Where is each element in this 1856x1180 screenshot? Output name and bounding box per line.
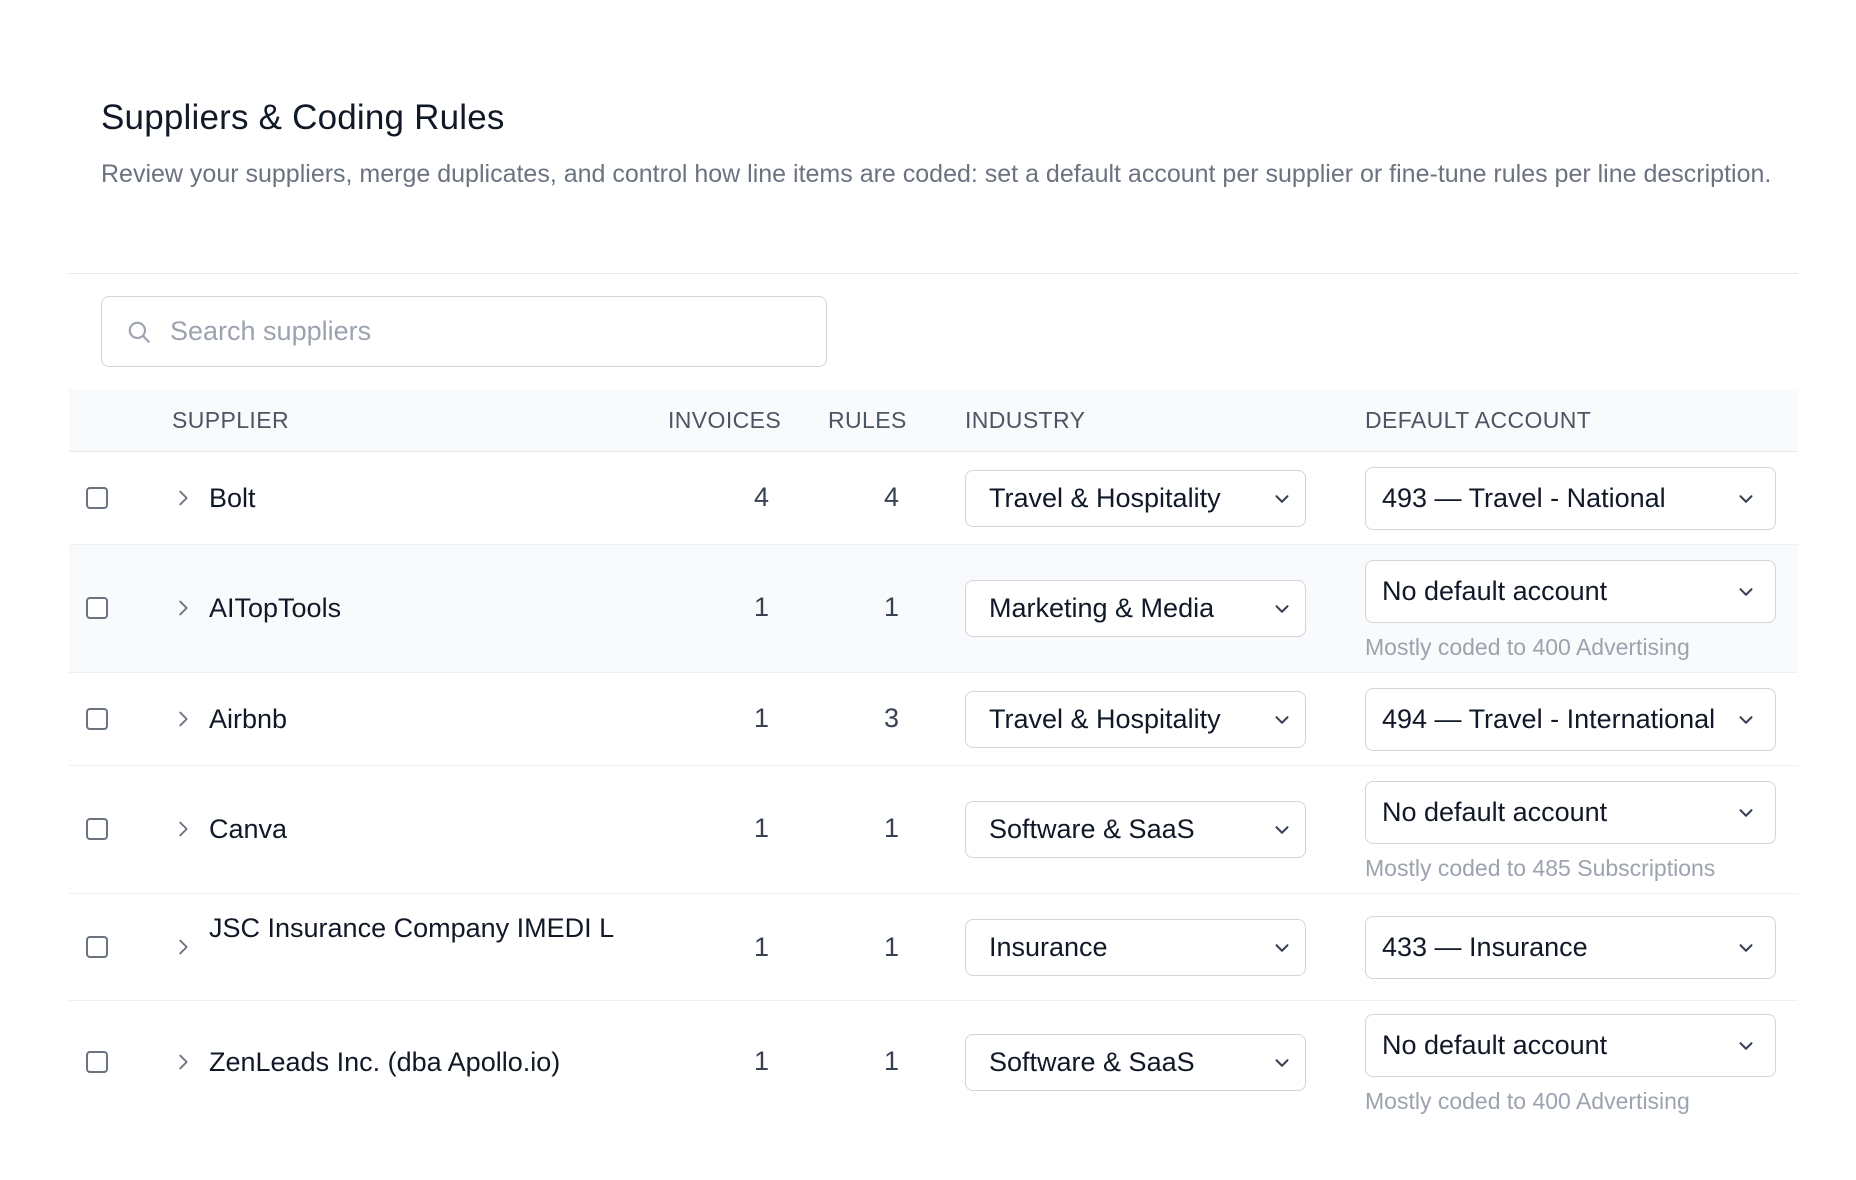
supplier-name[interactable]: Airbnb [209, 701, 629, 738]
supplier-name[interactable]: JSC Insurance Company IMEDI L [209, 910, 629, 947]
chevron-down-icon [1275, 825, 1289, 834]
industry-value: Marketing & Media [989, 593, 1215, 623]
chevron-down-icon [1739, 943, 1753, 952]
row-checkbox[interactable] [86, 936, 108, 958]
default-account-select[interactable]: 433 — Insurance [1365, 916, 1776, 979]
chevron-right-icon[interactable] [172, 597, 194, 619]
industry-select[interactable]: Marketing & Media [965, 580, 1306, 637]
page-title: Suppliers & Coding Rules [101, 98, 505, 137]
chevron-right-icon[interactable] [172, 487, 194, 509]
supplier-name[interactable]: Bolt [209, 480, 629, 517]
chevron-down-icon [1275, 943, 1289, 952]
table-row: Airbnb 1 3 Travel & Hospitality 494 — Tr… [69, 673, 1798, 766]
industry-value: Travel & Hospitality [989, 704, 1221, 734]
industry-select[interactable]: Travel & Hospitality [965, 691, 1306, 748]
row-checkbox[interactable] [86, 1051, 108, 1073]
industry-value: Insurance [989, 932, 1108, 962]
table-header: SUPPLIER INVOICES RULES INDUSTRY DEFAULT… [69, 389, 1798, 452]
rule-count: 4 [883, 482, 899, 512]
column-header-invoices[interactable]: INVOICES [668, 389, 781, 452]
table-row: Canva 1 1 Software & SaaS No default acc… [69, 766, 1798, 894]
industry-select[interactable]: Software & SaaS [965, 1034, 1306, 1091]
default-account-value: No default account [1382, 1030, 1608, 1060]
row-checkbox[interactable] [86, 818, 108, 840]
supplier-name[interactable]: Canva [209, 811, 629, 848]
supplier-name[interactable]: ZenLeads Inc. (dba Apollo.io) [209, 1044, 629, 1081]
industry-value: Software & SaaS [989, 1047, 1195, 1077]
rule-count: 1 [883, 813, 899, 843]
row-checkbox[interactable] [86, 708, 108, 730]
chevron-right-icon[interactable] [172, 818, 194, 840]
industry-select[interactable]: Software & SaaS [965, 801, 1306, 858]
account-hint: Mostly coded to 400 Advertising [1365, 1088, 1690, 1114]
header-divider [69, 273, 1798, 274]
table-row: Bolt 4 4 Travel & Hospitality 493 — Trav… [69, 452, 1798, 545]
page-header: Suppliers & Coding Rules Review your sup… [101, 98, 1771, 193]
rule-count: 3 [883, 703, 899, 733]
suppliers-table: SUPPLIER INVOICES RULES INDUSTRY DEFAULT… [69, 389, 1798, 1129]
chevron-down-icon [1739, 715, 1753, 724]
chevron-down-icon [1739, 494, 1753, 503]
default-account-select[interactable]: 493 — Travel - National [1365, 467, 1776, 530]
table-row: JSC Insurance Company IMEDI L 1 1 Insura… [69, 894, 1798, 1001]
row-checkbox[interactable] [86, 487, 108, 509]
default-account-value: 494 — Travel - International [1382, 704, 1716, 734]
account-hint: Mostly coded to 485 Subscriptions [1365, 855, 1716, 881]
search-box[interactable] [101, 296, 827, 367]
default-account-value: 433 — Insurance [1382, 932, 1588, 962]
chevron-right-icon[interactable] [172, 936, 194, 958]
column-header-default-account[interactable]: DEFAULT ACCOUNT [1365, 389, 1591, 452]
industry-select[interactable]: Travel & Hospitality [965, 470, 1306, 527]
invoice-count: 1 [753, 1046, 769, 1076]
search-input[interactable] [170, 316, 790, 347]
search-icon [128, 321, 150, 343]
column-header-industry[interactable]: INDUSTRY [965, 389, 1085, 452]
chevron-down-icon [1739, 1041, 1753, 1050]
invoice-count: 1 [753, 813, 769, 843]
rule-count: 1 [883, 1046, 899, 1076]
default-account-select[interactable]: No default account [1365, 560, 1776, 623]
rule-count: 1 [883, 592, 899, 622]
invoice-count: 1 [753, 703, 769, 733]
invoice-count: 1 [753, 932, 769, 962]
rule-count: 1 [883, 932, 899, 962]
chevron-down-icon [1275, 1058, 1289, 1067]
invoice-count: 4 [753, 482, 769, 512]
table-row: ZenLeads Inc. (dba Apollo.io) 1 1 Softwa… [69, 1001, 1798, 1129]
chevron-down-icon [1275, 715, 1289, 724]
chevron-down-icon [1739, 808, 1753, 817]
industry-select[interactable]: Insurance [965, 919, 1306, 976]
chevron-down-icon [1275, 494, 1289, 503]
default-account-value: No default account [1382, 797, 1608, 827]
row-checkbox[interactable] [86, 597, 108, 619]
chevron-right-icon[interactable] [172, 708, 194, 730]
chevron-down-icon [1275, 604, 1289, 613]
default-account-select[interactable]: No default account [1365, 1014, 1776, 1077]
default-account-value: 493 — Travel - National [1382, 483, 1666, 513]
table-row: AITopTools 1 1 Marketing & Media No defa… [69, 545, 1798, 673]
account-hint: Mostly coded to 400 Advertising [1365, 634, 1690, 660]
chevron-down-icon [1739, 587, 1753, 596]
industry-value: Travel & Hospitality [989, 483, 1221, 513]
industry-value: Software & SaaS [989, 814, 1195, 844]
page-subtitle: Review your suppliers, merge duplicates,… [101, 160, 1772, 188]
default-account-select[interactable]: No default account [1365, 781, 1776, 844]
invoice-count: 1 [753, 592, 769, 622]
suppliers-page: Suppliers & Coding Rules Review your sup… [0, 0, 1856, 1180]
column-header-rules[interactable]: RULES [828, 389, 907, 452]
default-account-select[interactable]: 494 — Travel - International [1365, 688, 1776, 751]
chevron-right-icon[interactable] [172, 1051, 194, 1073]
column-header-supplier[interactable]: SUPPLIER [172, 389, 289, 452]
default-account-value: No default account [1382, 576, 1608, 606]
supplier-name[interactable]: AITopTools [209, 590, 629, 627]
